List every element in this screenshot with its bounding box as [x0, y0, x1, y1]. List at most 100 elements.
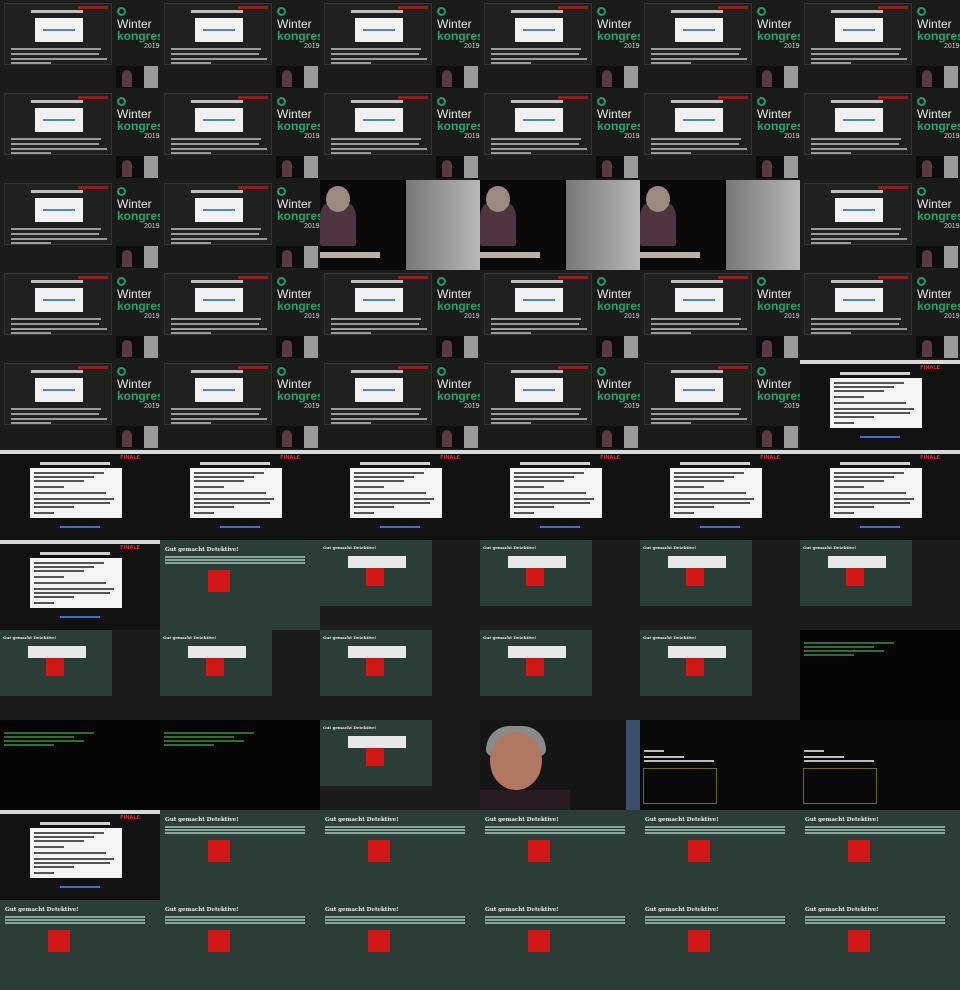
- thumbnail-green[interactable]: Gut gemacht Detektive!: [160, 900, 320, 990]
- slide-banner: [398, 366, 428, 369]
- thumbnail-kongress[interactable]: Winterkongress2019: [800, 270, 960, 360]
- thumbnail-gk[interactable]: Gut gemacht Detektive!Winterkongress2019: [480, 540, 640, 630]
- speaker-head: [486, 186, 510, 212]
- thumbnail-finale[interactable]: FINALE: [160, 450, 320, 540]
- thumbnail-stage[interactable]: [320, 180, 480, 270]
- speaker-camera: [276, 426, 318, 448]
- thumbnail-kongress[interactable]: Winterkongress2019: [320, 0, 480, 90]
- body-text: [325, 832, 465, 834]
- page-title: Gut gemacht Detektive!: [323, 635, 377, 640]
- thumbnail-kongress[interactable]: Winterkongress2019: [160, 0, 320, 90]
- thumbnail-kongress[interactable]: Winterkongress2019: [0, 180, 160, 270]
- thumbnail-kongress[interactable]: Winterkongress2019: [800, 180, 960, 270]
- thumbnail-finale[interactable]: FINALE: [480, 450, 640, 540]
- thumbnail-green[interactable]: Gut gemacht Detektive!: [640, 810, 800, 900]
- thumbnail-green[interactable]: Gut gemacht Detektive!: [640, 900, 800, 990]
- thumbnail-kongress[interactable]: Winterkongress2019: [320, 360, 480, 450]
- page-title: Gut gemacht Detektive!: [485, 907, 559, 913]
- thumbnail-green[interactable]: Gut gemacht Detektive!: [480, 900, 640, 990]
- slide-preview: [804, 3, 912, 65]
- thumbnail-green[interactable]: Gut gemacht Detektive!: [320, 900, 480, 990]
- slide-preview: [324, 3, 432, 65]
- thumbnail-finale[interactable]: FINALE: [0, 810, 160, 900]
- thumbnail-green[interactable]: Gut gemacht Detektive!: [160, 810, 320, 900]
- thumbnail-gk[interactable]: Gut gemacht Detektive!Winterkongress2019: [480, 630, 640, 720]
- thumbnail-green[interactable]: Gut gemacht Detektive!: [320, 810, 480, 900]
- thumbnail-kongress[interactable]: Winterkongress2019: [480, 0, 640, 90]
- slide-bullet: [11, 152, 51, 154]
- thumbnail-kongress[interactable]: Winterkongress2019: [800, 90, 960, 180]
- brand-year: 2019: [944, 223, 960, 230]
- slide-screenshot: [675, 288, 723, 312]
- thumbnail-finale[interactable]: FINALE: [0, 450, 160, 540]
- thumbnail-finale[interactable]: FINALE: [800, 360, 960, 450]
- link-text: [700, 526, 740, 528]
- thumbnail-gk[interactable]: Gut gemacht Detektive!Winterkongress2019: [320, 720, 480, 810]
- slide-screenshot: [355, 108, 403, 132]
- thumbnail-finale[interactable]: FINALE: [640, 450, 800, 540]
- thumbnail-kongress[interactable]: Winterkongress2019: [160, 360, 320, 450]
- thumbnail-kongress[interactable]: Winterkongress2019: [320, 90, 480, 180]
- thumbnail-finale[interactable]: FINALE: [0, 540, 160, 630]
- slide-preview: [4, 3, 112, 65]
- body-text: [485, 922, 625, 924]
- slide-preview: [484, 363, 592, 425]
- thumbnail-term[interactable]: [800, 630, 960, 720]
- thumbnail-kongress[interactable]: Winterkongress2019: [480, 270, 640, 360]
- thumbnail-kongress[interactable]: Winterkongress2019: [480, 360, 640, 450]
- thumbnail-stage[interactable]: [480, 180, 640, 270]
- brand-word-kongress: kongress: [597, 119, 640, 133]
- thumbnail-kongress[interactable]: Winterkongress2019: [0, 90, 160, 180]
- thumbnail-gk[interactable]: Gut gemacht Detektive!Winterkongress2019: [800, 540, 960, 630]
- thumbnail-green[interactable]: Gut gemacht Detektive!: [160, 540, 320, 630]
- thumbnail-kongress[interactable]: Winterkongress2019: [160, 270, 320, 360]
- thumbnail-stage[interactable]: [640, 180, 800, 270]
- thumbnail-kongress[interactable]: Winterkongress2019: [0, 360, 160, 450]
- thumbnail-gk[interactable]: Gut gemacht Detektive!Winterkongress2019: [0, 630, 160, 720]
- thumbnail-term[interactable]: [0, 720, 160, 810]
- slide-bullet: [651, 408, 741, 410]
- thumbnail-term[interactable]: [160, 720, 320, 810]
- slide-bullet: [11, 138, 101, 140]
- thumbnail-gk[interactable]: Gut gemacht Detektive!Winterkongress2019: [640, 540, 800, 630]
- slide-bullet: [491, 48, 581, 50]
- slide-heading: [40, 462, 110, 465]
- thumbnail-face[interactable]: [480, 720, 640, 810]
- slide-screenshot: [675, 378, 723, 402]
- slide-bullet: [11, 238, 107, 240]
- thumbnail-redhl[interactable]: [800, 720, 960, 810]
- slide-heading: [840, 372, 910, 375]
- thumbnail-green[interactable]: Gut gemacht Detektive!: [480, 810, 640, 900]
- slide-preview: [644, 273, 752, 335]
- thumbnail-kongress[interactable]: Winterkongress2019: [480, 90, 640, 180]
- slide-bullet: [491, 413, 579, 415]
- lectern: [320, 252, 380, 258]
- brand-logo-icon: [917, 277, 926, 286]
- thumbnail-finale[interactable]: FINALE: [800, 450, 960, 540]
- thumbnail-gk[interactable]: Gut gemacht Detektive!Winterkongress2019: [320, 540, 480, 630]
- thumbnail-green[interactable]: Gut gemacht Detektive!: [800, 900, 960, 990]
- thumbnail-kongress[interactable]: Winterkongress2019: [160, 90, 320, 180]
- thumbnail-kongress[interactable]: Winterkongress2019: [640, 270, 800, 360]
- thumbnail-kongress[interactable]: Winterkongress2019: [320, 270, 480, 360]
- thumbnail-kongress[interactable]: Winterkongress2019: [640, 360, 800, 450]
- red-square: [528, 930, 550, 952]
- thumbnail-gk[interactable]: Gut gemacht Detektive!Winterkongress2019: [160, 630, 320, 720]
- thumbnail-kongress[interactable]: Winterkongress2019: [0, 270, 160, 360]
- thumbnail-green[interactable]: Gut gemacht Detektive!: [0, 900, 160, 990]
- thumbnail-gk[interactable]: Gut gemacht Detektive!Winterkongress2019: [320, 630, 480, 720]
- speaker-camera: [756, 66, 798, 88]
- thumbnail-gk[interactable]: Gut gemacht Detektive!Winterkongress2019: [640, 630, 800, 720]
- thumbnail-kongress[interactable]: Winterkongress2019: [160, 180, 320, 270]
- thumbnail-kongress[interactable]: Winterkongress2019: [800, 0, 960, 90]
- slide-bullet: [811, 323, 899, 325]
- thumbnail-finale[interactable]: FINALE: [320, 450, 480, 540]
- slide-banner: [78, 186, 108, 189]
- slide-heading: [680, 462, 750, 465]
- thumbnail-redhl[interactable]: [640, 720, 800, 810]
- slide-bullet: [171, 53, 259, 55]
- thumbnail-kongress[interactable]: Winterkongress2019: [640, 90, 800, 180]
- thumbnail-kongress[interactable]: Winterkongress2019: [640, 0, 800, 90]
- thumbnail-kongress[interactable]: Winterkongress2019: [0, 0, 160, 90]
- thumbnail-green[interactable]: Gut gemacht Detektive!: [800, 810, 960, 900]
